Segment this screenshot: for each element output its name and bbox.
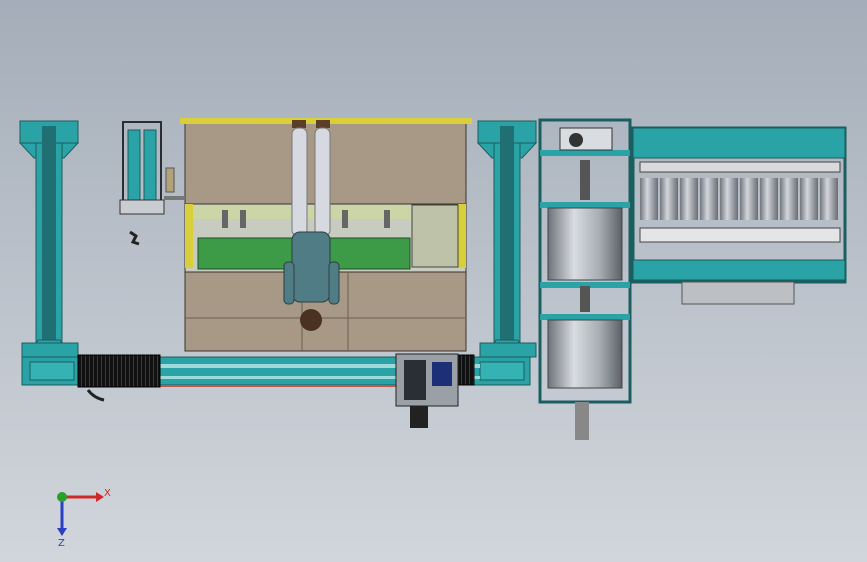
left-fixture [119,121,184,246]
right-machine-unit [631,126,847,305]
axis-x-label: X [104,488,111,499]
axis-triad-icon: X Z [57,488,111,549]
right-gantry-column [476,120,538,358]
spindle-carriage [395,353,459,428]
storage-rack [538,118,632,440]
axis-z-label: Z [58,538,65,549]
cylinder-row [640,178,838,220]
cad-viewport[interactable]: X Z [0,0,867,562]
left-gantry-column [18,120,80,358]
